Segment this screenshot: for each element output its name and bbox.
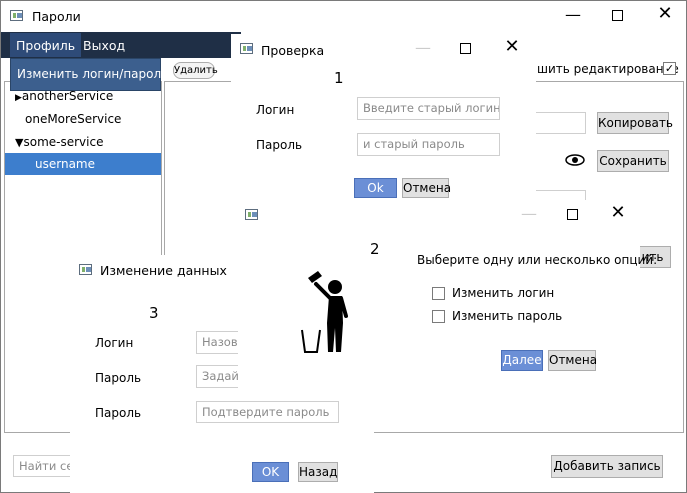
tree-item-some-service[interactable]: ▼some-service bbox=[15, 135, 103, 149]
close-icon[interactable]: ✕ bbox=[608, 204, 628, 222]
menu-bar: Профиль Выход bbox=[1, 32, 241, 58]
maximize-icon[interactable] bbox=[567, 209, 578, 220]
dialog-verify: Проверка — ✕ 1 Логин Введите старый логи… bbox=[231, 34, 536, 202]
maximize-icon[interactable] bbox=[612, 10, 623, 21]
dialog-verify-icon bbox=[240, 43, 253, 54]
new-password-input[interactable]: Задай bbox=[196, 365, 238, 388]
options-prompt: Выберите одну или несколько опций: bbox=[417, 253, 658, 267]
ok-button[interactable]: Ok bbox=[354, 178, 397, 198]
close-icon[interactable]: ✕ bbox=[655, 5, 675, 23]
tree-item-username[interactable]: username bbox=[5, 153, 161, 175]
main-window-title: Пароли bbox=[32, 9, 81, 24]
cancel-button[interactable]: Отмена bbox=[402, 178, 451, 198]
tree-item-label: username bbox=[35, 157, 95, 171]
minimize-icon[interactable]: — bbox=[563, 7, 583, 23]
app-icon bbox=[10, 10, 23, 21]
close-icon[interactable]: ✕ bbox=[502, 38, 522, 56]
copy-button[interactable]: Копировать bbox=[597, 112, 673, 134]
step-number-1: 1 bbox=[334, 69, 344, 87]
trash-figure-illustration bbox=[296, 268, 356, 358]
tree-item-anotherservice[interactable]: ▶anotherService bbox=[15, 89, 113, 103]
change-login-label: Изменить логин bbox=[452, 286, 555, 300]
allow-edit-checkbox[interactable]: ✓ bbox=[663, 62, 676, 75]
cancel-button[interactable]: Отмена bbox=[548, 350, 597, 371]
password-label: Пароль bbox=[95, 371, 142, 385]
dialog-verify-title: Проверка bbox=[261, 43, 325, 58]
back-button[interactable]: Назад bbox=[298, 462, 338, 482]
allow-edit-label: шить редактирование bbox=[537, 62, 679, 76]
minimize-icon[interactable]: — bbox=[413, 40, 433, 56]
dialog-change-data-title: Изменение данных bbox=[100, 263, 227, 278]
menu-profile[interactable]: Профиль bbox=[10, 33, 82, 57]
dialog-options-icon bbox=[245, 209, 258, 220]
password-label: Пароль bbox=[256, 138, 303, 152]
login-label: Логин bbox=[95, 336, 134, 350]
change-login-checkbox[interactable] bbox=[432, 287, 445, 300]
dialog-change-data-icon bbox=[79, 264, 92, 275]
confirm-password-input[interactable]: Подтвердите пароль bbox=[196, 401, 339, 423]
delete-button[interactable]: Удалить bbox=[173, 62, 218, 79]
menu-exit[interactable]: Выход bbox=[83, 38, 125, 53]
menu-item-change-login-password[interactable]: Изменить логин/пароль bbox=[17, 67, 168, 81]
maximize-icon[interactable] bbox=[460, 43, 471, 54]
confirm-password-label: Пароль bbox=[95, 406, 142, 420]
add-record-button[interactable]: Добавить запись bbox=[551, 455, 663, 478]
main-title-bar: Пароли — ✕ bbox=[1, 1, 686, 32]
next-button[interactable]: Далее bbox=[501, 350, 543, 371]
tree-item-label: some-service bbox=[23, 135, 104, 149]
new-login-input[interactable]: Назов bbox=[196, 331, 238, 354]
step-number-3: 3 bbox=[149, 304, 159, 322]
tree-item-label: anotherService bbox=[21, 89, 114, 103]
old-password-input[interactable]: и старый пароль bbox=[357, 133, 500, 156]
change-password-label: Изменить пароль bbox=[452, 309, 563, 323]
change-password-checkbox[interactable] bbox=[432, 310, 445, 323]
ok-button[interactable]: OK bbox=[252, 462, 289, 482]
search-input[interactable]: Найти сер bbox=[13, 455, 73, 477]
expand-icon[interactable]: ▶ bbox=[15, 93, 22, 103]
login-label: Логин bbox=[256, 103, 295, 117]
show-password-eye-icon[interactable] bbox=[565, 154, 585, 170]
save-button[interactable]: Сохранить bbox=[597, 150, 669, 172]
profile-dropdown: Изменить логин/пароль bbox=[10, 58, 168, 91]
old-login-input[interactable]: Введите старый логин bbox=[357, 97, 500, 120]
tree-item-onemoreservice[interactable]: oneMoreService bbox=[25, 112, 121, 126]
minimize-icon[interactable]: — bbox=[519, 206, 539, 222]
